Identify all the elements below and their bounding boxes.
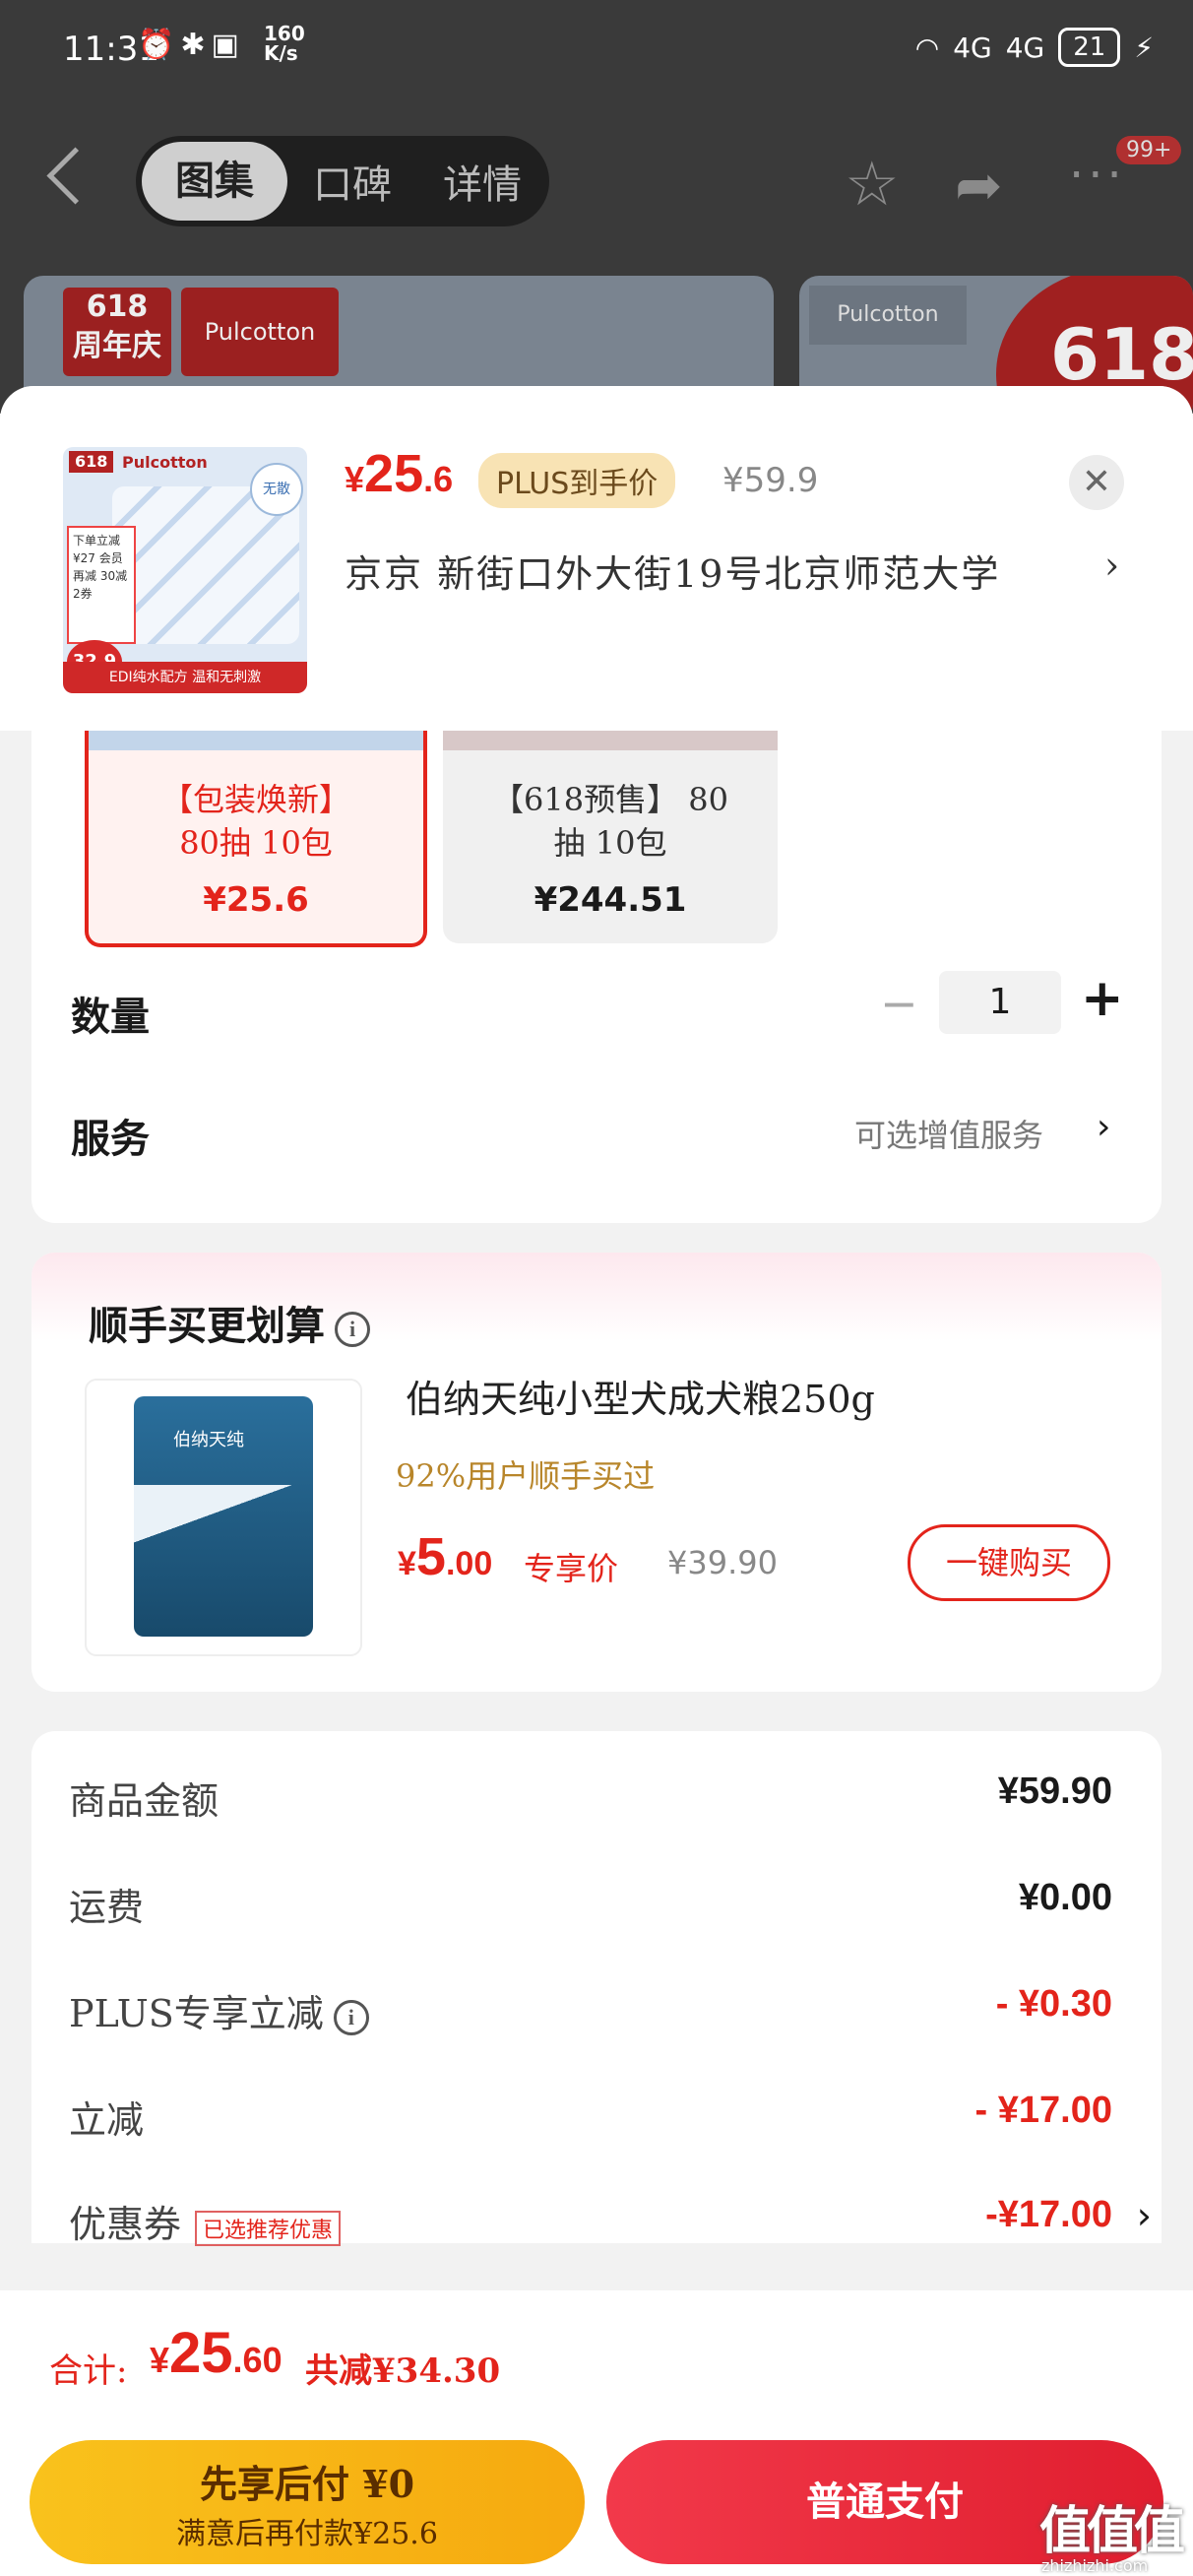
pay-later-title: 先享后付 ¥0 xyxy=(199,2462,415,2506)
signal-4g-1: 4G xyxy=(953,31,992,64)
bag-label: 伯纳天纯 xyxy=(173,1430,244,1450)
product-thumbnail[interactable]: 618 Pulcotton 无散 下单立减 ¥27 会员再减 30减2券 32.… xyxy=(63,447,307,693)
brand-logo: Pulcotton xyxy=(181,288,339,376)
thumb-side-promo: 下单立减 ¥27 会员再减 30减2券 xyxy=(67,526,136,644)
coupon-tag: 已选推荐优惠 xyxy=(195,2210,342,2246)
chevron-right-icon: › xyxy=(1104,544,1122,587)
option-card[interactable]: 【618预售】 80 抽 10包 ¥244.51 xyxy=(443,731,778,943)
sheet-header: 618 Pulcotton 无散 下单立减 ¥27 会员再减 30减2券 32.… xyxy=(0,386,1193,731)
checkout-bar: 合计: ¥25.60 共减¥34.30 先享后付 ¥0 满意后再付款¥25.6 … xyxy=(0,2290,1193,2576)
top-nav: 图集 口碑 详情 ☆ ➦ ··· 99+ xyxy=(0,128,1193,236)
tab-reviews[interactable]: 口碑 xyxy=(287,153,417,210)
chevron-right-icon[interactable]: › xyxy=(1097,1107,1110,1147)
pay-later-button[interactable]: 先享后付 ¥0 满意后再付款¥25.6 xyxy=(30,2440,585,2564)
total-value: ¥25.60 xyxy=(150,2321,283,2385)
message-badge: 99+ xyxy=(1116,136,1182,164)
watermark-logo: 值值值 xyxy=(1039,2502,1185,2561)
summary-value: -¥17.00 xyxy=(985,2194,1112,2235)
quantity-minus-button[interactable]: − xyxy=(880,977,918,1030)
summary-value: ¥59.90 xyxy=(997,1771,1112,1812)
addon-product-image[interactable]: 伯纳天纯 xyxy=(85,1379,362,1656)
quantity-input[interactable]: 1 xyxy=(939,971,1061,1034)
share-icon[interactable]: ➦ xyxy=(955,152,1003,219)
status-bar: 11:31 ⏰✱▣ 160 K/s ◠ 4G 4G 21 ⚡ xyxy=(0,0,1193,89)
options-card: 【包装焕新】 80抽 10包 ¥25.6 【618预售】 80 抽 10包 ¥244… xyxy=(31,731,1162,1223)
option-image-strip xyxy=(89,731,423,750)
addon-price: ¥5.00 xyxy=(398,1527,493,1586)
option-image-strip xyxy=(443,731,778,750)
charging-icon: ⚡ xyxy=(1134,31,1154,64)
delivery-address[interactable]: 京京 新街口外大街19号北京师范大学 › xyxy=(345,544,1132,598)
option-name: 【包装焕新】 80抽 10包 xyxy=(160,781,350,862)
summary-key: 优惠券 已选推荐优惠 xyxy=(69,2194,342,2248)
thumb-618-tag: 618 xyxy=(69,451,114,473)
status-right: ◠ 4G 4G 21 ⚡ xyxy=(915,28,1154,67)
background-product-page: 11:31 ⏰✱▣ 160 K/s ◠ 4G 4G 21 ⚡ 图集 口碑 详情 ☆… xyxy=(0,0,1193,414)
signal-4g-2: 4G xyxy=(1005,31,1045,64)
quantity-label: 数量 xyxy=(71,994,150,1040)
addon-bought-stat: 92%用户顺手买过 xyxy=(396,1457,656,1495)
current-price: ¥25.6 xyxy=(345,444,454,503)
summary-key: 运费 xyxy=(69,1886,145,1929)
network-speed: 160 K/s xyxy=(264,22,305,65)
back-icon[interactable] xyxy=(46,147,104,205)
wifi-icon: ◠ xyxy=(914,31,940,64)
addon-product-name[interactable]: 伯纳天纯小型犬成犬粮250g xyxy=(406,1369,875,1423)
pay-later-subtitle: 满意后再付款¥25.6 xyxy=(176,2517,438,2551)
tab-details[interactable]: 详情 xyxy=(417,153,547,210)
dog-food-bag: 伯纳天纯 xyxy=(134,1396,313,1637)
summary-value: - ¥17.00 xyxy=(974,2090,1112,2131)
brand-logo-2: Pulcotton xyxy=(809,286,967,345)
summary-key: PLUS专享立减 i xyxy=(69,1983,369,2037)
thumb-bottom-bar: EDI纯水配方 温和无刺激 xyxy=(63,662,307,693)
summary-value: - ¥0.30 xyxy=(995,1983,1112,2025)
status-icons: ⏰✱▣ xyxy=(138,28,245,62)
option-price: ¥25.6 xyxy=(203,880,309,920)
summary-key: 商品金额 xyxy=(69,1779,220,1823)
thumb-brand: Pulcotton xyxy=(122,453,208,472)
anniversary-618-tag: 618 周年庆 xyxy=(63,288,171,376)
thumb-no-scatter-badge: 无散 xyxy=(250,463,303,516)
option-name: 【618预售】 80 抽 10包 xyxy=(492,781,728,862)
option-card-selected[interactable]: 【包装焕新】 80抽 10包 ¥25.6 xyxy=(85,731,427,947)
bag-mountain xyxy=(134,1485,313,1564)
addon-title: 顺手买更划算 i xyxy=(89,1294,370,1351)
tab-gallery[interactable]: 图集 xyxy=(142,142,287,221)
summary-row: 商品金额 ¥59.90 xyxy=(69,1771,1112,1830)
addon-exclusive-label: 专享价 xyxy=(524,1550,619,1587)
tab-segment: 图集 口碑 详情 xyxy=(136,136,549,226)
summary-row: 运费 ¥0.00 xyxy=(69,1877,1112,1936)
summary-row-coupon[interactable]: 优惠券 已选推荐优惠 -¥17.00 › xyxy=(69,2194,1152,2253)
close-icon[interactable]: ✕ xyxy=(1069,455,1124,510)
total-label: 合计: xyxy=(49,2351,128,2391)
option-price: ¥244.51 xyxy=(534,880,687,920)
addon-card: 顺手买更划算 i 伯纳天纯 伯纳天纯小型犬成犬粮250g 92%用户顺手买过 ¥5… xyxy=(31,1253,1162,1692)
watermark-url: zhizhizhi.com xyxy=(1041,2556,1149,2575)
purchase-sheet: 618 Pulcotton 无散 下单立减 ¥27 会员再减 30减2券 32.… xyxy=(0,386,1193,2576)
battery-icon: 21 xyxy=(1058,28,1121,67)
chevron-right-icon[interactable]: › xyxy=(1137,2194,1152,2237)
price-summary-card: 商品金额 ¥59.90 运费 ¥0.00 PLUS专享立减 i - ¥0.30 立… xyxy=(31,1731,1162,2246)
plus-price-tag: PLUS到手价 xyxy=(478,453,676,508)
favorite-star-icon[interactable]: ☆ xyxy=(845,148,900,220)
original-price: ¥59.9 xyxy=(722,461,819,500)
summary-row: PLUS专享立减 i - ¥0.30 xyxy=(69,1983,1112,2042)
total-saved: 共减¥34.30 xyxy=(305,2351,501,2391)
quantity-plus-button[interactable]: + xyxy=(1081,969,1124,1028)
info-icon[interactable]: i xyxy=(333,1999,369,2035)
addon-original-price: ¥39.90 xyxy=(667,1544,778,1581)
one-click-buy-button[interactable]: 一键购买 xyxy=(908,1524,1110,1601)
summary-value: ¥0.00 xyxy=(1018,1877,1112,1918)
service-value[interactable]: 可选增值服务 xyxy=(854,1111,1043,1156)
summary-key: 立减 xyxy=(69,2098,145,2142)
info-icon[interactable]: i xyxy=(335,1312,370,1347)
summary-row: 立减 - ¥17.00 xyxy=(69,2090,1112,2149)
service-label: 服务 xyxy=(71,1116,150,1162)
